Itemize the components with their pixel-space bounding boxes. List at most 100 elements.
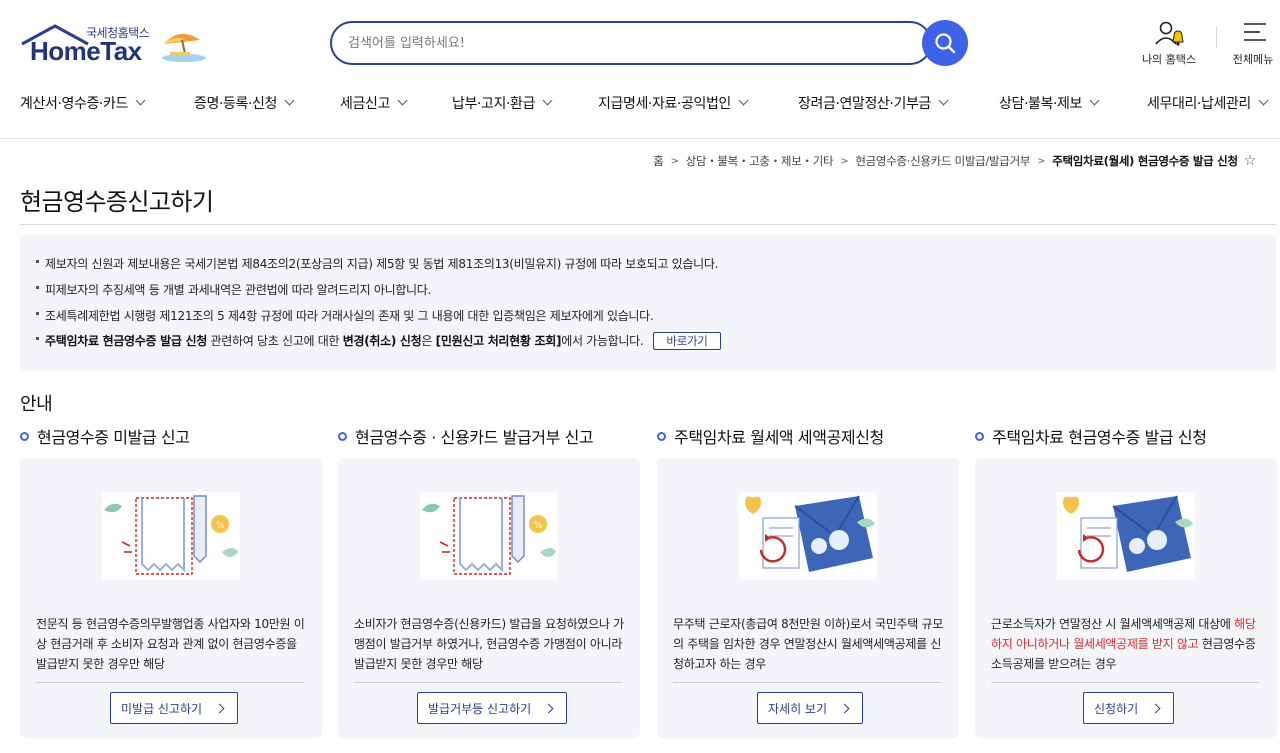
gnb-item-invoice[interactable]: 계산서·영수증·카드 xyxy=(20,88,146,118)
notice-item: 피제보자의 추징세액 등 개별 과세내역은 관련법에 따라 알려드리지 아니합니… xyxy=(36,281,431,298)
card-refusal-report: % 소비자가 현금영수증(신용카드) 발급을 요청하였으나 가맹점이 발급거부 … xyxy=(338,458,640,738)
gnb-item-label: 납부·고지·환급 xyxy=(452,96,535,112)
apply-button[interactable]: 신청하기 xyxy=(1083,692,1175,724)
card-unissued-report: % 전문직 등 현금영수증의무발행업종 사업자와 10만원 이상 현금거래 후 … xyxy=(20,458,322,738)
button-label: 미발급 신고하기 xyxy=(121,701,203,716)
svg-text:%: % xyxy=(216,521,225,531)
breadcrumb-item[interactable]: 현금영수증·신용카드 미발급/발급거부 xyxy=(855,153,1030,169)
search-box xyxy=(330,21,932,65)
notice-text: 피제보자의 추징세액 등 개별 과세내역은 관련법에 따라 알려드리지 아니합니… xyxy=(45,283,432,297)
title-divider xyxy=(20,224,1276,225)
go-shortcut-button[interactable]: 바로가기 xyxy=(653,331,721,350)
logo-wordmark: HomeTax xyxy=(30,36,142,66)
notice-text: 은 xyxy=(421,334,436,348)
card-divider xyxy=(991,682,1259,683)
button-label: 자세히 보기 xyxy=(768,701,828,716)
receipt-illustration: % xyxy=(102,492,240,580)
notice-text: 관련하여 당초 신고에 대한 xyxy=(207,334,343,348)
notice-bold: 변경(취소) 신청 xyxy=(342,334,422,348)
card-heading-text: 주택임차료 현금영수증 발급 신청 xyxy=(992,428,1207,447)
view-details-button[interactable]: 자세히 보기 xyxy=(757,692,864,724)
gnb-item-label: 장려금·연말정산·기부금 xyxy=(798,96,931,112)
notice-item: 제보자의 신원과 제보내용은 국세기본법 제84조의2(포상금의 지급) 제5항… xyxy=(36,255,718,272)
page-title: 현금영수증신고하기 xyxy=(20,188,214,216)
chevron-right-icon: > xyxy=(670,155,679,167)
bullet-icon xyxy=(36,312,39,315)
chevron-down-icon xyxy=(938,95,949,106)
card-divider xyxy=(36,682,304,683)
notice-item: 주택임차료 현금영수증 발급 신청 관련하여 당초 신고에 대한 변경(취소) … xyxy=(36,331,721,351)
gnb-item-tax-agent[interactable]: 세무대리·납세관리 xyxy=(1147,88,1269,118)
card-heading: 주택임차료 월세액 세액공제신청 xyxy=(657,424,884,448)
my-hometax-button[interactable]: 나의 홈택스 xyxy=(1130,18,1208,68)
gnb-item-tax-return[interactable]: 세금신고 xyxy=(340,88,408,118)
notice-bold: [민원신고 처리현황 조회] xyxy=(435,334,562,348)
notice-text: 제보자의 신원과 제보내용은 국세기본법 제84조의2(포상금의 지급) 제5항… xyxy=(45,257,719,271)
svg-text:%: % xyxy=(534,521,543,531)
hometax-logo[interactable]: 국세청홈택스 HomeTax xyxy=(20,22,210,68)
search-icon xyxy=(935,33,956,54)
unissued-report-button[interactable]: 미발급 신고하기 xyxy=(110,692,239,724)
card-description: 무주택 근로자(총급여 8천만원 이하)로서 국민주택 규모의 주택을 임차한 … xyxy=(673,617,943,671)
chevron-down-icon xyxy=(738,95,749,106)
card-heading-text: 주택임차료 월세액 세액공제신청 xyxy=(674,428,884,447)
gnb-item-label: 세무대리·납세관리 xyxy=(1147,96,1251,112)
search-button[interactable] xyxy=(922,20,968,66)
breadcrumb-item[interactable]: 홈 xyxy=(653,153,664,169)
card-description: 전문직 등 현금영수증의무발행업종 사업자와 10만원 이상 현금거래 후 소비… xyxy=(36,617,305,671)
chevron-down-icon xyxy=(284,95,295,106)
card-description: 소비자가 현금영수증(신용카드) 발급을 요청하였으나 가맹점이 발급거부 하였… xyxy=(354,617,624,671)
gnb-item-label: 상담·불복·제보 xyxy=(999,96,1082,112)
envelope-refresh-illustration xyxy=(739,492,877,580)
card-divider xyxy=(354,682,622,683)
breadcrumb-item[interactable]: 상담・불복・고충・제보・기타 xyxy=(686,153,834,169)
beach-umbrella-icon xyxy=(162,33,206,62)
card-heading: 현금영수증 · 신용카드 발급거부 신고 xyxy=(338,424,594,448)
notice-text: 조세특례제한법 시행령 제121조의 5 제4항 규정에 따라 거래사실의 존재… xyxy=(45,309,654,323)
card-heading: 현금영수증 미발급 신고 xyxy=(20,424,190,448)
gnb-item-counsel[interactable]: 상담·불복·제보 xyxy=(999,88,1100,118)
chevron-right-icon: > xyxy=(840,155,849,167)
chevron-right-icon: > xyxy=(1037,155,1046,167)
chevron-down-icon xyxy=(397,95,408,106)
all-menu-label: 전체메뉴 xyxy=(1232,53,1274,66)
receipt-illustration: % xyxy=(420,492,558,580)
ring-bullet-icon xyxy=(338,431,347,441)
gnb-item-statement[interactable]: 지급명세·자료·공익법인 xyxy=(598,88,749,118)
chevron-right-icon xyxy=(214,703,225,713)
card-heading-text: 현금영수증 미발급 신고 xyxy=(37,428,190,447)
gnb-item-incentive[interactable]: 장려금·연말정산·기부금 xyxy=(798,88,949,118)
notice-item: 조세특례제한법 시행령 제121조의 5 제4항 규정에 따라 거래사실의 존재… xyxy=(36,307,654,324)
chevron-right-icon xyxy=(543,703,554,713)
gnb-item-label: 세금신고 xyxy=(340,96,390,112)
card-rent-receipt-request: 근로소득자가 연말정산 시 월세액세액공제 대상에 해당하지 아니하거나 월세세… xyxy=(975,458,1277,738)
chevron-right-icon xyxy=(839,703,850,713)
all-menu-button[interactable]: 전체메뉴 xyxy=(1226,18,1280,68)
star-icon[interactable]: ☆ xyxy=(1244,153,1257,169)
gnb-item-payment[interactable]: 납부·고지·환급 xyxy=(452,88,553,118)
chevron-down-icon xyxy=(542,95,553,106)
search-input[interactable] xyxy=(348,23,908,63)
chevron-right-icon xyxy=(1150,703,1161,713)
notice-text: 에서 가능합니다. xyxy=(561,334,644,348)
card-heading-text: 현금영수증 · 신용카드 발급거부 신고 xyxy=(355,428,594,447)
refusal-report-button[interactable]: 발급거부등 신고하기 xyxy=(417,692,568,724)
user-bell-icon xyxy=(1155,21,1184,46)
card-heading: 주택임차료 현금영수증 발급 신청 xyxy=(975,424,1207,448)
gnb-item-certificate[interactable]: 증명·등록·신청 xyxy=(194,88,295,118)
ring-bullet-icon xyxy=(657,431,666,441)
card-description: 근로소득자가 연말정산 시 월세액세액공제 대상에 해당하지 아니하거나 월세세… xyxy=(991,614,1263,674)
header-divider xyxy=(1216,26,1217,48)
gnb-item-label: 계산서·영수증·카드 xyxy=(20,96,128,112)
button-label: 신청하기 xyxy=(1094,701,1139,716)
hamburger-menu-icon xyxy=(1244,23,1266,41)
chevron-down-icon xyxy=(1089,95,1100,106)
gnb-item-label: 증명·등록·신청 xyxy=(194,96,277,112)
card-description-text: 근로소득자가 연말정산 시 월세액세액공제 대상에 xyxy=(991,617,1235,631)
breadcrumb-current: 주택임차료(월세) 현금영수증 발급 신청 xyxy=(1052,154,1238,168)
gnb-item-label: 지급명세·자료·공익법인 xyxy=(598,96,731,112)
breadcrumb: 홈 > 상담・불복・고충・제보・기타 > 현금영수증·신용카드 미발급/발급거부… xyxy=(653,152,1256,170)
ring-bullet-icon xyxy=(20,431,29,441)
notice-box: 제보자의 신원과 제보내용은 국세기본법 제84조의2(포상금의 지급) 제5항… xyxy=(20,235,1276,371)
my-hometax-label: 나의 홈택스 xyxy=(1141,53,1197,66)
